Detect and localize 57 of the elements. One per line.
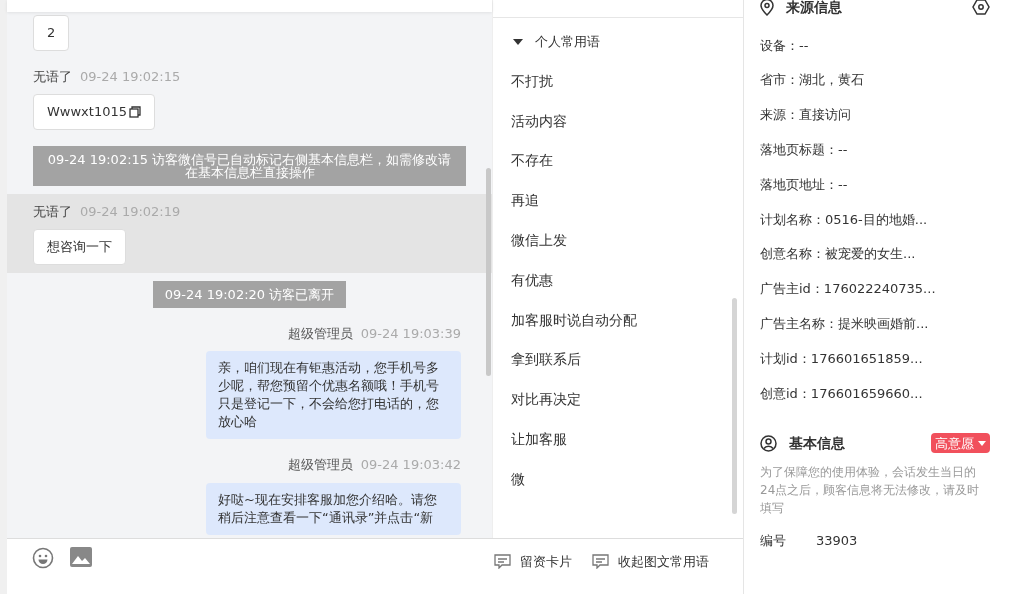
user-circle-icon [760, 434, 777, 452]
phrase-item[interactable]: 有优惠 [493, 260, 743, 301]
comment-icon [592, 554, 609, 570]
phrase-item[interactable]: 拿到联系后 [493, 340, 743, 380]
section-title: 基本信息 [789, 433, 845, 453]
info-row-text: 落地页地址：-- [760, 175, 849, 194]
info-row-text: 创意名称：被宠爱的女生... [760, 245, 917, 264]
message-time: 09-24 19:02:19 [80, 202, 181, 221]
message-time: 09-24 19:02:15 [80, 67, 181, 86]
phrase-item[interactable]: 再追 [493, 180, 743, 221]
field-value: 33903 [816, 531, 858, 550]
message-time: 09-24 19:03:39 [360, 324, 461, 343]
sender-name: 超级管理员 [287, 456, 353, 474]
phrase-group-toggle[interactable]: 个人常用语 [493, 18, 743, 60]
message-bubble: 好哒~现在安排客服加您介绍哈。请您稍后注意查看一下“通讯录”并点击“新 [206, 482, 461, 535]
phrase-item[interactable]: 微 [493, 459, 743, 500]
system-notice: 09-24 19:02:20 访客已离开 [152, 280, 347, 308]
info-row-text: 来源：直接访问 [760, 106, 852, 125]
info-row-text: 设备：-- [760, 36, 810, 55]
phrase-item[interactable]: 不打扰 [493, 61, 743, 102]
copy-icon[interactable] [129, 105, 141, 118]
field-label: 编号 [760, 531, 787, 550]
message-text: 想咨询一下 [47, 238, 112, 256]
info-row-text: 创意id：176601659660... [760, 384, 924, 403]
phrase-item[interactable]: 微信上发 [493, 220, 743, 261]
location-pin-icon [760, 0, 774, 16]
phrase-item[interactable]: 活动内容 [493, 101, 743, 142]
toolbar-action[interactable]: 收起图文常用语 [592, 552, 709, 572]
sender-name: 无语了 [33, 202, 72, 221]
scrollbar[interactable] [486, 168, 491, 376]
section-title: 来源信息 [786, 0, 842, 17]
caret-down-icon [513, 38, 523, 45]
toolbar-action[interactable]: 留资卡片 [494, 552, 572, 572]
info-row-text: 广告主名称：提米映画婚前... [760, 315, 930, 333]
phrase-item[interactable]: 对比再决定 [493, 379, 743, 420]
comment-icon [494, 554, 511, 570]
info-row-text: 计划id：176601651859... [760, 349, 924, 368]
info-row-text: 计划名称：0516-目的地婚... [760, 210, 929, 229]
settings-icon[interactable] [972, 0, 990, 15]
notice-text: 为了保障您的使用体验，会话发生当日的24点之后，顾客信息将无法修改，请及时填写 [760, 463, 981, 517]
message-text: Wwwxt1015 [47, 103, 127, 121]
info-row-text: 省市：湖北，黄石 [760, 71, 865, 90]
phrase-item[interactable]: 加客服时说自动分配 [493, 300, 743, 341]
sender-name: 无语了 [33, 67, 72, 86]
message-time: 09-24 19:03:42 [360, 456, 461, 474]
message-text: 2 [47, 24, 56, 42]
message-bubble: 亲，咱们现在有钜惠活动，您手机号多少呢，帮您预留个优惠名额哦！手机号只是登记一下，不会给您打电话的，您放心哈 [206, 351, 461, 439]
info-row-text: 广告主id：176022240735... [760, 280, 937, 299]
scrollbar[interactable] [732, 298, 737, 514]
phrase-item[interactable]: 让加客服 [493, 419, 743, 460]
emoji-icon[interactable] [32, 547, 54, 569]
image-icon[interactable] [70, 547, 92, 567]
sender-name: 超级管理员 [287, 324, 353, 343]
info-row-text: 落地页标题：-- [760, 141, 849, 160]
caret-down-icon [978, 440, 986, 446]
system-notice: 09-24 19:02:15 访客微信号已自动标记右侧基本信息栏，如需修改请在基本信息栏直接操作 [33, 145, 466, 186]
phrase-item[interactable]: 不存在 [493, 141, 743, 181]
